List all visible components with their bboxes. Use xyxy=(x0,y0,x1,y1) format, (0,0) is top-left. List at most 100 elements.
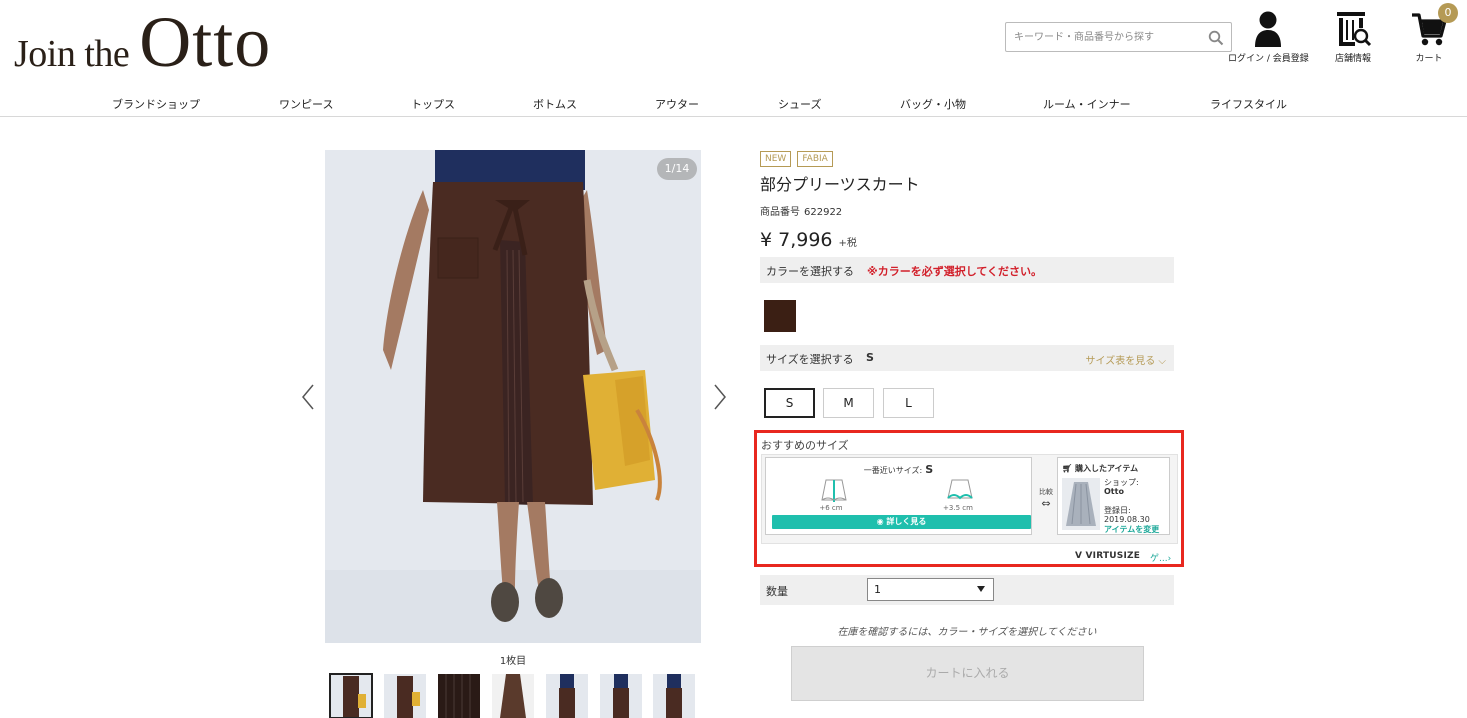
search-box xyxy=(1005,22,1232,52)
chevron-right-icon: › xyxy=(1167,554,1172,564)
see-details-label: 詳しく見る xyxy=(886,517,927,526)
product-main-image[interactable] xyxy=(325,150,701,643)
brand-tag[interactable]: FABIA xyxy=(797,151,833,167)
size-option-l[interactable]: L xyxy=(883,388,934,418)
dropdown-arrow-icon xyxy=(977,586,985,592)
eye-icon: ◉ xyxy=(876,517,884,526)
login-link[interactable]: ログイン / 会員登録 xyxy=(1228,10,1309,64)
nav-item-shoes[interactable]: シューズ xyxy=(778,96,821,112)
thumbnail-5[interactable] xyxy=(546,674,588,718)
size-option-m[interactable]: M xyxy=(823,388,874,418)
product-price: ¥ 7,996 +税 xyxy=(760,229,857,251)
virtusize-more-label: ゲ... xyxy=(1150,554,1168,564)
skirt-hem-icon xyxy=(947,479,973,500)
product-number-label: 商品番号 xyxy=(760,207,800,218)
nav-item-lifestyle[interactable]: ライフスタイル xyxy=(1210,96,1287,112)
nearest-size-value: S xyxy=(925,463,934,476)
compare-label: 比較 xyxy=(1039,488,1053,496)
nav-item-tops[interactable]: トップス xyxy=(411,96,455,112)
purchased-item-card: 🛒︎ 購入したアイテム ショップ: Otto 登録日: 2019.08.30 ア… xyxy=(1057,457,1170,535)
thumbnail-7[interactable] xyxy=(653,674,695,718)
purchased-item-shop: ショップ: Otto xyxy=(1104,478,1139,496)
purchased-item-title: 購入したアイテム xyxy=(1074,464,1139,473)
cart-small-icon: 🛒︎ xyxy=(1062,464,1073,473)
skirt-length-icon xyxy=(821,479,847,502)
store-info-label: 店舗情報 xyxy=(1334,54,1371,64)
next-image-arrow[interactable] xyxy=(710,383,728,411)
site-logo[interactable]: Join the Otto xyxy=(14,6,271,78)
store-search-icon xyxy=(1337,12,1372,47)
size-option-s[interactable]: S xyxy=(764,388,815,418)
category-nav: ブランドショップ ワンピース トップス ボトムス アウター シューズ バッグ・小… xyxy=(0,94,1467,114)
search-input[interactable] xyxy=(1014,23,1204,51)
product-number-value: 622922 xyxy=(804,207,843,218)
virtusize-label: VIRTUSIZE xyxy=(1085,551,1141,561)
chevron-down-icon: ⌵ xyxy=(1158,356,1166,367)
purchased-item-registered: 登録日: 2019.08.30 xyxy=(1104,506,1150,524)
size-select-bar: サイズを選択する S サイズ表を見る ⌵ xyxy=(760,345,1174,371)
see-details-button[interactable]: ◉ 詳しく見る xyxy=(772,515,1031,529)
price-value: ¥ 7,996 xyxy=(760,229,833,251)
purchased-item-image xyxy=(1062,478,1100,530)
store-info-link[interactable]: 店舗情報 xyxy=(1333,10,1373,64)
nearest-size-text: 一番近いサイズ: S xyxy=(766,463,1031,476)
new-tag: NEW xyxy=(760,151,792,167)
product-title: 部分プリーツスカート xyxy=(760,175,920,194)
image-caption: 1枚目 xyxy=(499,656,527,667)
product-number: 商品番号 622922 xyxy=(760,203,842,218)
size-chart-label: サイズ表を見る xyxy=(1085,356,1156,367)
shop-name: Otto xyxy=(1104,487,1124,496)
tax-label: +税 xyxy=(838,238,857,249)
search-icon[interactable] xyxy=(1208,30,1224,46)
selected-size-value: S xyxy=(866,351,874,364)
hem-difference: +3.5 cm xyxy=(943,504,973,512)
logo-join-text: Join the xyxy=(14,33,130,75)
nav-item-outer[interactable]: アウター xyxy=(655,96,699,112)
virtusize-more-link[interactable]: ゲ...› xyxy=(1150,551,1171,564)
virtusize-brand: V VIRTUSIZE xyxy=(1075,551,1140,561)
login-label: ログイン / 会員登録 xyxy=(1228,54,1309,64)
user-icon xyxy=(1255,11,1282,47)
thumbnail-1[interactable] xyxy=(329,673,373,718)
nav-item-bags[interactable]: バッグ・小物 xyxy=(900,96,966,112)
thumbnail-4[interactable] xyxy=(492,674,534,718)
thumbnail-6[interactable] xyxy=(600,674,642,718)
model-skirt-illustration xyxy=(325,150,701,643)
size-select-label: サイズを選択する xyxy=(766,353,854,366)
compare-indicator: 比較 ⇔ xyxy=(1038,487,1054,510)
nav-item-onepiece[interactable]: ワンピース xyxy=(279,96,333,112)
thumbnail-3[interactable] xyxy=(438,674,480,718)
registered-label: 登録日: xyxy=(1104,506,1131,515)
product-tags: NEW FABIA xyxy=(760,151,833,167)
image-counter: 1/14 xyxy=(657,158,697,180)
shop-label: ショップ: xyxy=(1104,478,1139,487)
cart-label: カート xyxy=(1415,54,1443,64)
size-chart-link[interactable]: サイズ表を見る ⌵ xyxy=(1086,352,1166,367)
add-to-cart-button[interactable]: カートに入れる xyxy=(791,646,1144,701)
change-item-link[interactable]: アイテムを変更 xyxy=(1104,524,1159,535)
quantity-value: 1 xyxy=(874,583,881,596)
registered-date: 2019.08.30 xyxy=(1104,515,1150,524)
nav-item-bottoms[interactable]: ボトムス xyxy=(533,96,577,112)
purchased-item-header: 🛒︎ 購入したアイテム xyxy=(1062,463,1138,474)
color-select-label: カラーを選択する xyxy=(766,265,854,278)
thumbnail-2[interactable] xyxy=(384,674,426,718)
quantity-label: 数量 xyxy=(766,585,788,598)
quantity-select[interactable]: 1 xyxy=(867,578,994,601)
color-required-notice: ※カラーを必ず選択してください。 xyxy=(867,265,1043,278)
nearest-size-card: 一番近いサイズ: S +6 cm +3.5 cm ◉ 詳しく見る xyxy=(765,457,1032,535)
recommended-size-widget: おすすめのサイズ 一番近いサイズ: S +6 cm +3.5 cm ◉ 詳しく見る… xyxy=(754,430,1184,567)
logo-otto-text: Otto xyxy=(139,2,272,82)
prev-image-arrow[interactable] xyxy=(300,383,318,411)
virtusize-logo-icon: V xyxy=(1075,551,1083,561)
compare-arrows-icon: ⇔ xyxy=(1041,497,1051,510)
cart-count-badge: 0 xyxy=(1438,3,1458,23)
recommended-size-title: おすすめのサイズ xyxy=(761,439,849,452)
nav-item-brand-shop[interactable]: ブランドショップ xyxy=(112,96,200,112)
color-select-bar: カラーを選択する ※カラーを必ず選択してください。 xyxy=(760,257,1174,283)
color-swatch-brown[interactable] xyxy=(764,300,796,332)
site-header: Join the Otto ログイン / 会員登録 店舗情報 xyxy=(0,0,1467,117)
stock-note: 在庫を確認するには、カラー・サイズを選択してください xyxy=(837,627,1097,638)
nav-item-room-inner[interactable]: ルーム・インナー xyxy=(1043,96,1131,112)
length-difference: +6 cm xyxy=(819,504,843,512)
